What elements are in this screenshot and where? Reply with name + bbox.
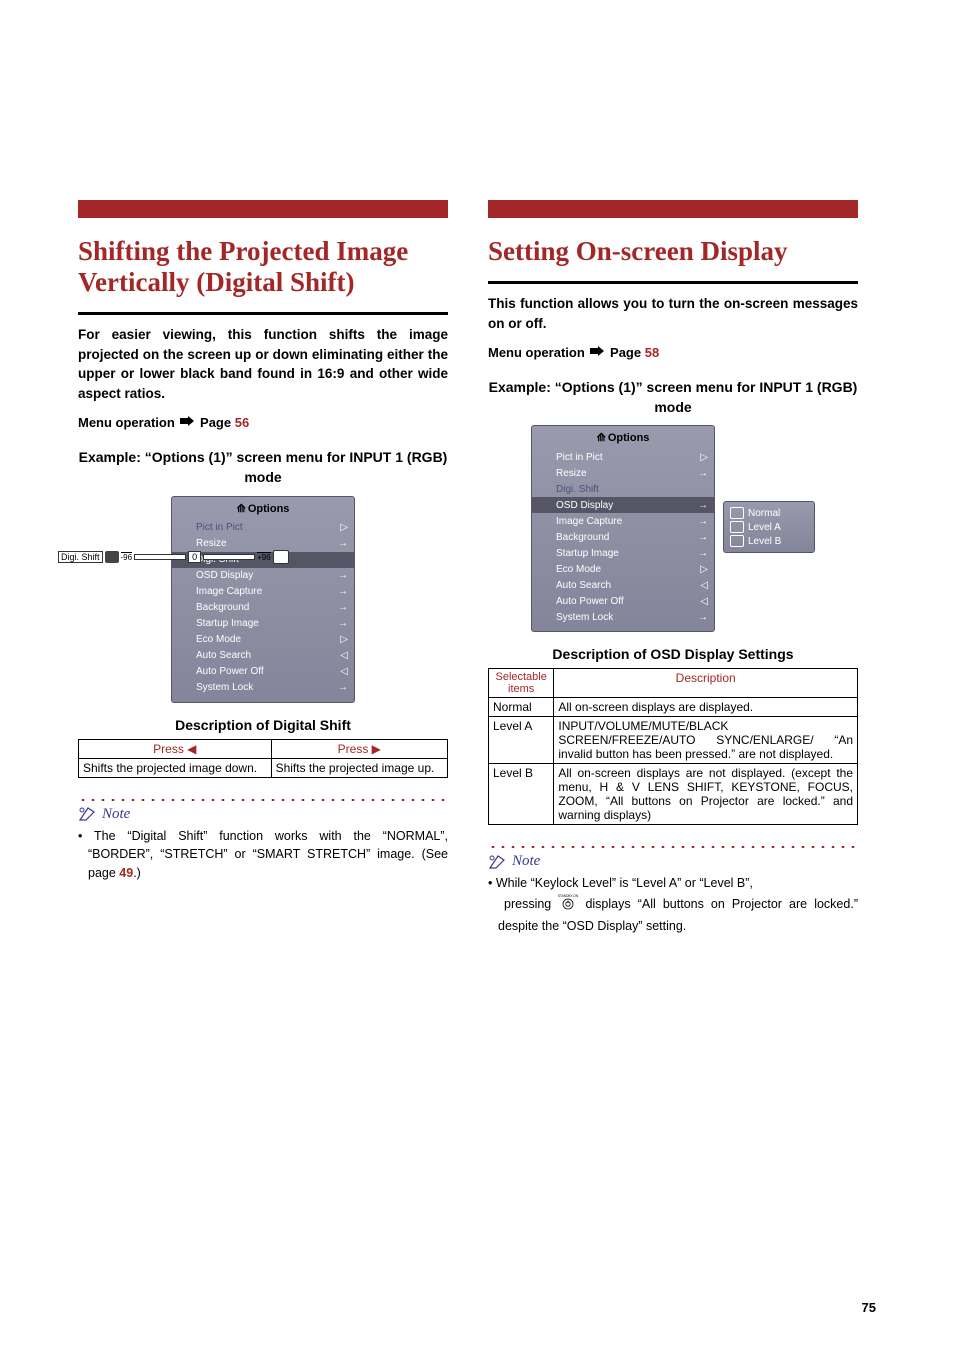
note-body: • The “Digital Shift” function works wit… xyxy=(78,827,448,883)
note-icon xyxy=(488,854,508,870)
table-cell: Shifts the projected image up. xyxy=(271,758,447,777)
osd-title: ⟰ Options xyxy=(172,499,354,520)
page-label: Page xyxy=(200,415,231,430)
osd-settings-table: Selectable items Description Normal All … xyxy=(488,668,858,825)
osd-item: Auto Power Off◁ xyxy=(172,664,354,680)
table-header: Press ▶ xyxy=(271,739,447,758)
table-header: Selectable items xyxy=(489,669,554,698)
table-row: Level B All on-screen displays are not d… xyxy=(489,764,858,825)
section-bar xyxy=(78,200,448,218)
divider xyxy=(78,312,448,315)
note-heading: Note xyxy=(78,806,448,823)
section-title: Shifting the Projected Image Vertically … xyxy=(78,236,448,298)
section-bar xyxy=(488,200,858,218)
menu-operation-ref: Menu operation Page 58 xyxy=(488,345,858,360)
lead-paragraph: For easier viewing, this function shifts… xyxy=(78,325,448,403)
osd-item: Startup Image→ xyxy=(532,545,714,561)
note-icon xyxy=(78,806,98,822)
table-header: Press ◀ xyxy=(79,739,272,758)
osd-item: Digi. Shift xyxy=(532,481,714,497)
lead-paragraph: This function allows you to turn the on-… xyxy=(488,294,858,333)
table-cell: All on-screen displays are displayed. xyxy=(554,698,858,717)
right-column: Setting On-screen Display This function … xyxy=(488,200,858,936)
osd-item: Background→ xyxy=(172,600,354,616)
page-number-link[interactable]: 56 xyxy=(235,415,249,430)
osd-item: Auto Search◁ xyxy=(532,577,714,593)
divider xyxy=(488,281,858,284)
note-body: • While “Keylock Level” is “Level A” or … xyxy=(488,874,858,935)
note-divider xyxy=(488,843,858,851)
digital-shift-table: Press ◀ Press ▶ Shifts the projected ima… xyxy=(78,739,448,778)
table-heading: Description of OSD Display Settings xyxy=(488,646,858,662)
menuop-prefix: Menu operation xyxy=(78,415,175,430)
page-number-link[interactable]: 58 xyxy=(645,345,659,360)
osd-item: Pict in Pict▷ xyxy=(172,520,354,536)
osd-item: System Lock→ xyxy=(532,609,714,625)
manual-page: Shifting the Projected Image Vertically … xyxy=(0,0,954,1351)
osd-item-selected: OSD Display→ xyxy=(532,497,714,513)
page-number: 75 xyxy=(862,1300,876,1315)
flyout-item: Level B xyxy=(724,534,814,548)
note-heading: Note xyxy=(488,853,858,870)
osd-flyout: Normal Level A Level B xyxy=(723,501,815,553)
osd-item: Eco Mode▷ xyxy=(532,561,714,577)
digi-shift-slider: Digi. Shift -96 0 +96 xyxy=(58,550,468,564)
table-cell: All on-screen displays are not displayed… xyxy=(554,764,858,825)
osd-item: Resize→ xyxy=(532,465,714,481)
section-title: Setting On-screen Display xyxy=(488,236,858,267)
osd-item: OSD Display→ xyxy=(172,568,354,584)
page-number-link[interactable]: 49 xyxy=(119,866,133,880)
osd-item: Image Capture→ xyxy=(532,513,714,529)
flyout-item: Level A xyxy=(724,520,814,534)
osd-item: Startup Image→ xyxy=(172,616,354,632)
osd-title: ⟰ Options xyxy=(532,428,714,449)
note-divider xyxy=(78,796,448,804)
osd-item: Background→ xyxy=(532,529,714,545)
osd-item: System Lock→ xyxy=(172,680,354,696)
osd-item: Image Capture→ xyxy=(172,584,354,600)
arrow-right-icon xyxy=(180,417,194,427)
arrow-right-icon xyxy=(590,347,604,357)
flyout-item: Normal xyxy=(724,506,814,520)
table-row: Level A INPUT/VOLUME/MUTE/BLACK SCREEN/F… xyxy=(489,717,858,764)
table-cell: Level B xyxy=(489,764,554,825)
menu-operation-ref: Menu operation Page 56 xyxy=(78,415,448,430)
table-heading: Description of Digital Shift xyxy=(78,717,448,733)
example-heading: Example: “Options (1)” screen menu for I… xyxy=(488,378,858,417)
standby-on-icon: STANDBY-ON xyxy=(558,892,578,916)
example-heading: Example: “Options (1)” screen menu for I… xyxy=(78,448,448,487)
left-column: Shifting the Projected Image Vertically … xyxy=(78,200,448,936)
osd-item: Auto Power Off◁ xyxy=(532,593,714,609)
osd-item: Auto Search◁ xyxy=(172,648,354,664)
osd-menu: ⟰ Options Pict in Pict▷ Resize→ Digi. Sh… xyxy=(171,496,355,703)
table-cell: INPUT/VOLUME/MUTE/BLACK SCREEN/FREEZE/AU… xyxy=(554,717,858,764)
osd-menu: ⟰ Options Pict in Pict▷ Resize→ Digi. Sh… xyxy=(531,425,715,632)
osd-item: Eco Mode▷ xyxy=(172,632,354,648)
svg-text:STANDBY-ON: STANDBY-ON xyxy=(558,894,578,898)
table-cell: Shifts the projected image down. xyxy=(79,758,272,777)
table-row: Normal All on-screen displays are displa… xyxy=(489,698,858,717)
table-cell: Normal xyxy=(489,698,554,717)
table-header: Description xyxy=(554,669,858,698)
osd-item: Pict in Pict▷ xyxy=(532,449,714,465)
table-cell: Level A xyxy=(489,717,554,764)
